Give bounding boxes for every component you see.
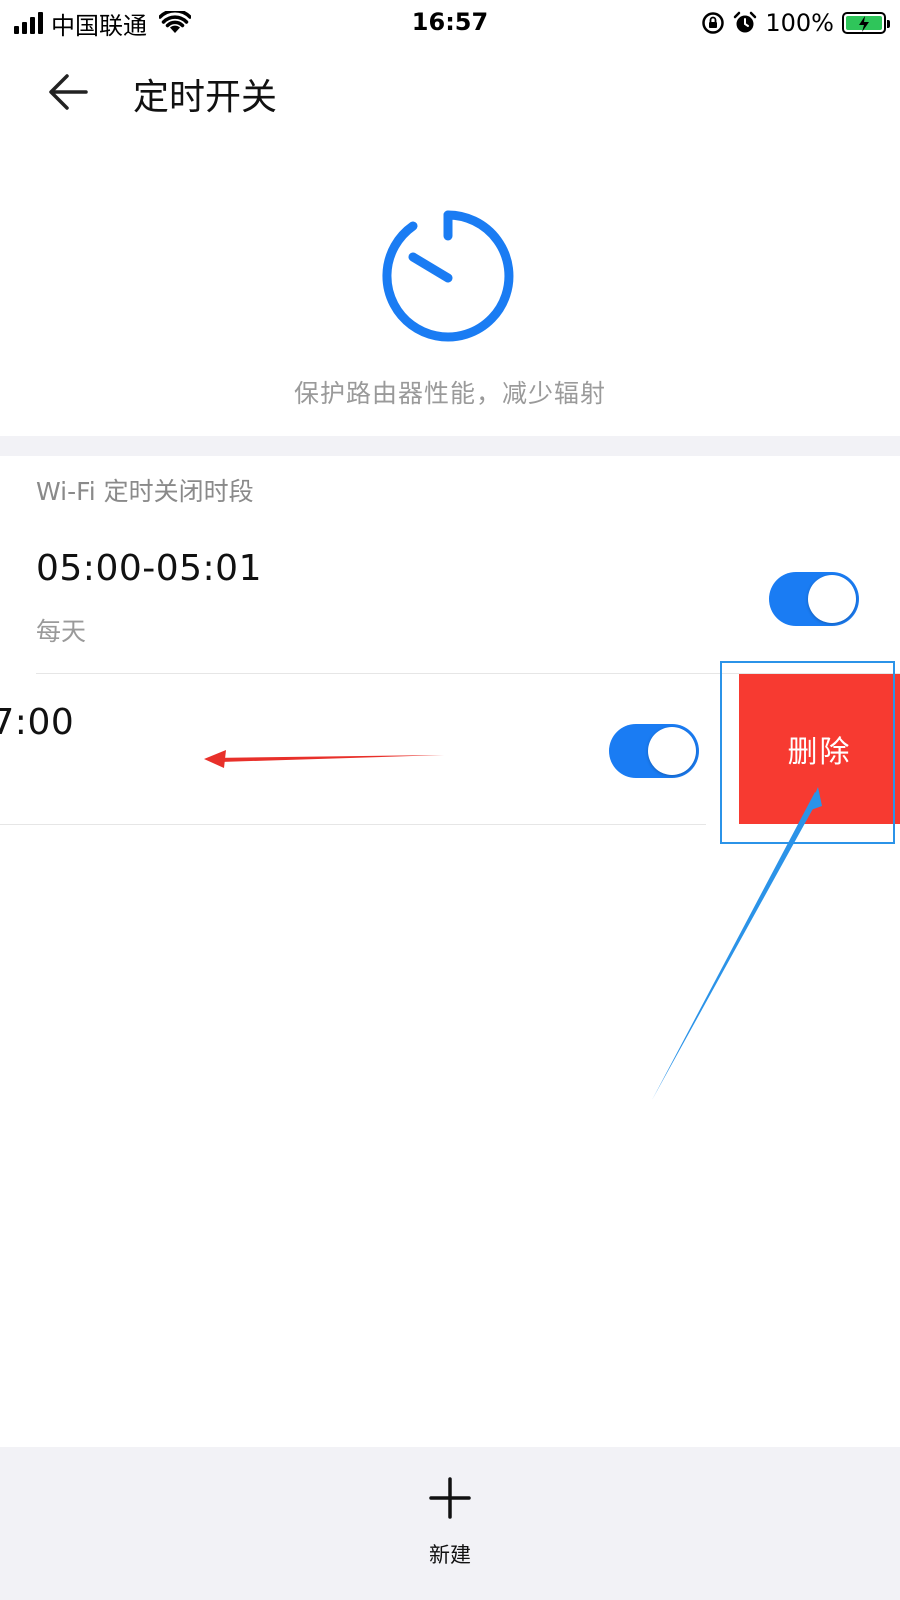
status-bar: 中国联通 16:57 100% [0,0,900,46]
new-schedule-button[interactable]: 新建 [400,1467,500,1577]
section-gap [0,436,900,456]
page-title: 定时开关 [133,77,278,118]
delete-button[interactable]: 删除 [739,674,900,824]
plus-icon [429,1477,471,1519]
back-button[interactable] [40,64,96,120]
schedule-toggle[interactable] [609,724,699,778]
status-right: 100% [701,8,890,38]
battery-charging-icon [842,12,890,34]
timer-icon [382,210,514,342]
section-title: Wi-Fi 定时关闭时段 [36,477,254,506]
bottom-bar: 新建 [0,1447,900,1600]
divider [0,824,706,825]
schedule-item[interactable]: 05:00-05:01 每天 [0,520,900,674]
schedule-repeat: 每天 [36,617,87,646]
rotation-lock-icon [702,12,725,34]
hero-description: 保护路由器性能，减少辐射 [293,379,606,408]
pointer-arrow-annotation [652,787,822,1100]
alarm-icon [734,11,757,33]
nav-bar: 定时开关 [0,46,900,136]
schedule-time: 05:00-05:01 [36,548,262,589]
schedule-item-swiped[interactable]: 07:00 [0,674,720,825]
schedule-time: 07:00 [0,702,75,743]
new-schedule-label: 新建 [429,1543,471,1567]
battery-percent: 100% [765,9,834,37]
schedule-toggle[interactable] [769,572,859,626]
arrow-left-icon [49,74,88,110]
